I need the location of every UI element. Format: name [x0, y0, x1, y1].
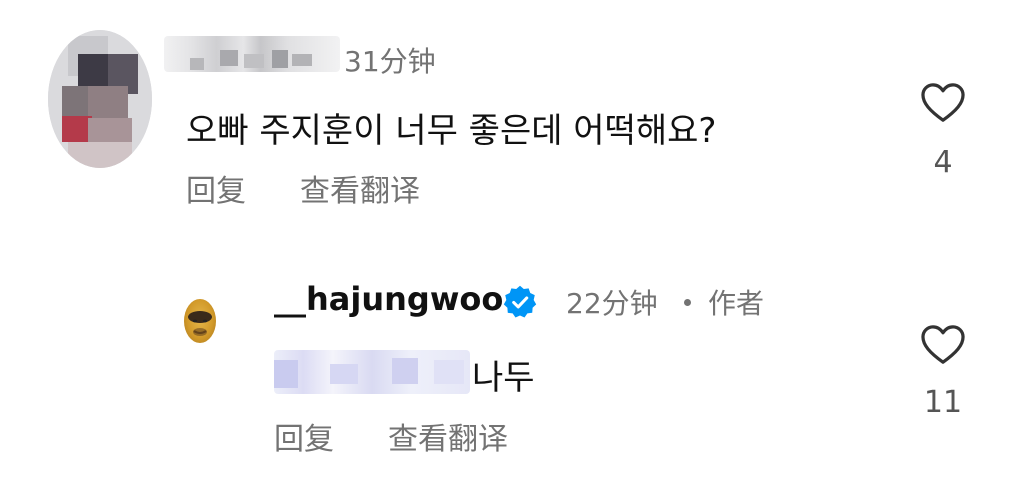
verified-badge-icon [503, 285, 537, 318]
separator-dot [684, 299, 691, 306]
author-username[interactable]: __hajungwoo [274, 280, 503, 318]
like-count: 11 [923, 385, 963, 420]
reply-timestamp: 22分钟 [566, 287, 658, 320]
reply-text: 나두 [472, 358, 535, 398]
comment-text: 오빠 주지훈이 너무 좋은데 어떡해요? [186, 111, 717, 151]
heart-outline-icon[interactable] [920, 324, 966, 366]
see-translation-button[interactable]: 查看翻译 [388, 414, 508, 458]
reply-button[interactable]: 回复 [274, 414, 334, 458]
mentioned-username-redacted[interactable] [274, 350, 470, 394]
author-avatar[interactable] [184, 299, 216, 343]
author-tag: 作者 [708, 287, 765, 320]
commenter-username-redacted[interactable] [164, 36, 340, 72]
like-count: 4 [933, 145, 953, 180]
heart-outline-icon[interactable] [920, 82, 966, 124]
reply-button[interactable]: 回复 [186, 166, 246, 210]
commenter-avatar[interactable] [48, 30, 152, 168]
comment-timestamp: 31分钟 [344, 45, 436, 78]
see-translation-button[interactable]: 查看翻译 [300, 166, 420, 210]
